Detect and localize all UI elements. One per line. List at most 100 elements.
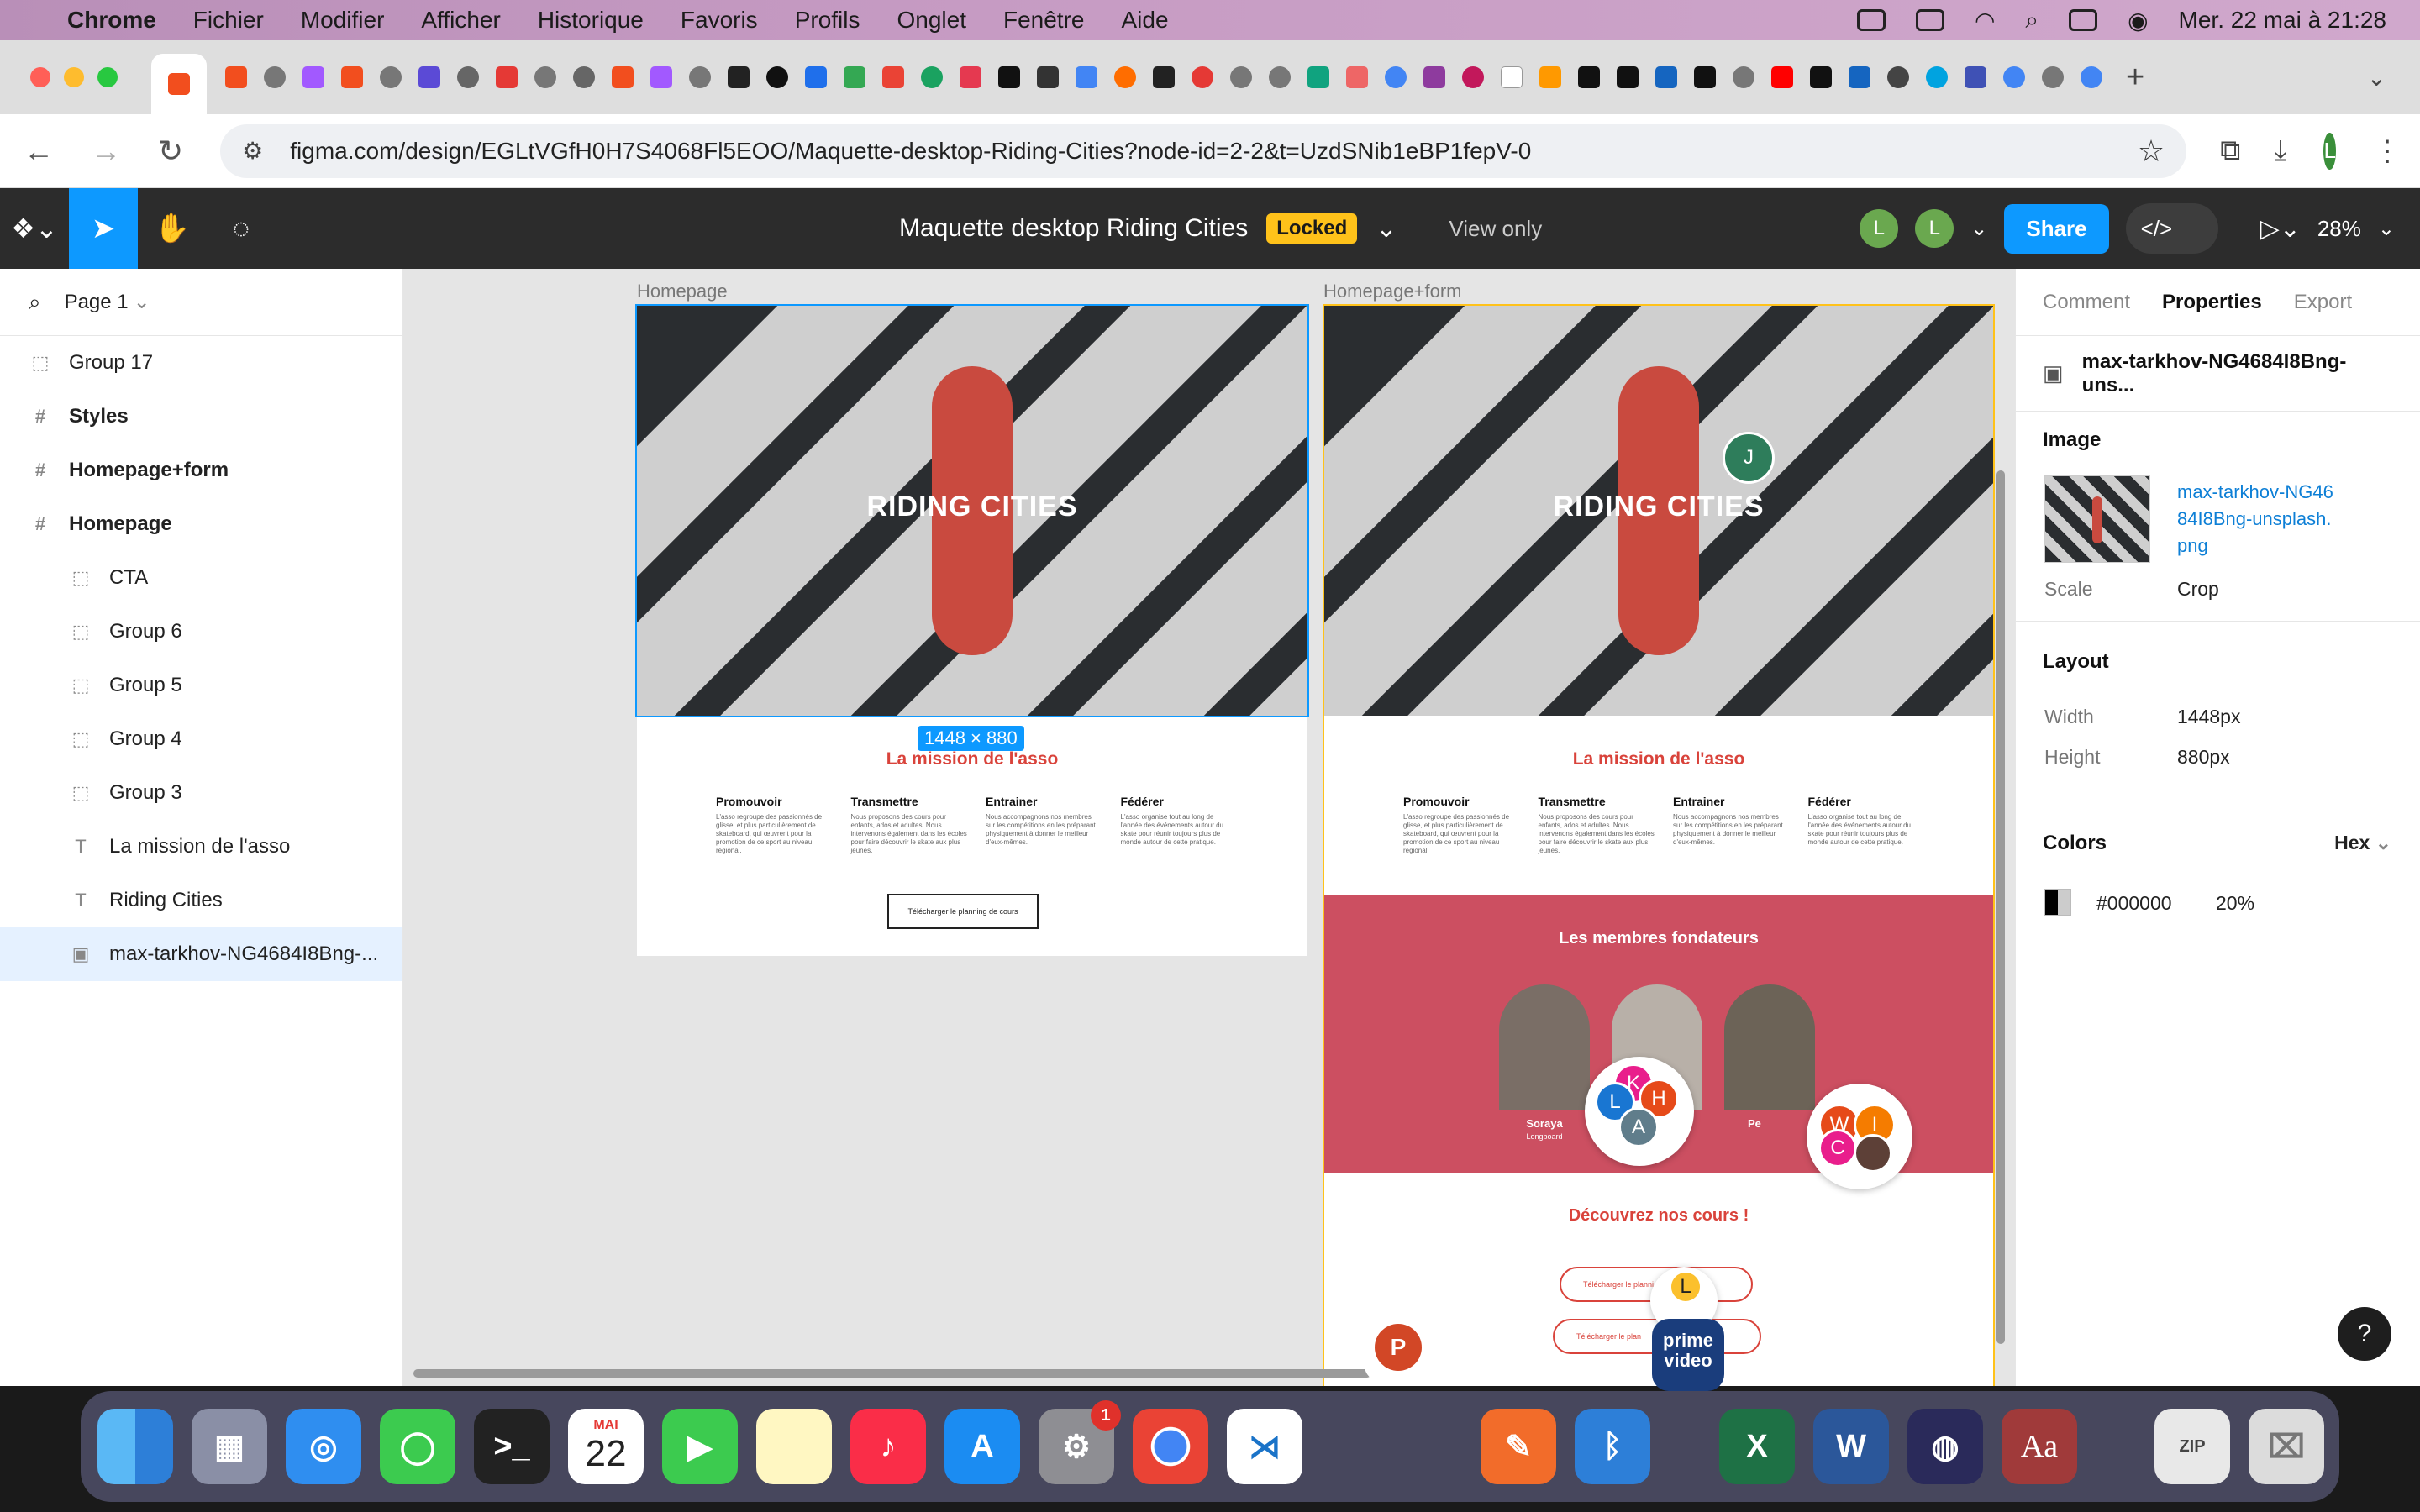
comment-tool-icon[interactable]: ◌ [207, 188, 276, 269]
codepen-favicon-icon[interactable] [1153, 66, 1175, 88]
tab-favicon-icon[interactable] [650, 66, 672, 88]
tab-favicon-icon[interactable] [496, 66, 518, 88]
tab-active-figma[interactable] [151, 54, 207, 114]
layer-row[interactable]: ⬚ CTA [0, 551, 402, 605]
vscode-icon[interactable]: ⋊ [1227, 1409, 1302, 1484]
zoom-level[interactable]: 28% [2317, 216, 2361, 242]
color-opacity[interactable]: 20% [2216, 892, 2254, 915]
clock[interactable]: Mer. 22 mai à 21:28 [2179, 7, 2386, 34]
menu-fenetre[interactable]: Fenêtre [1003, 7, 1085, 34]
hand-tool-icon[interactable]: ✋ [138, 188, 207, 269]
tab-favicon-icon[interactable] [921, 66, 943, 88]
menu-historique[interactable]: Historique [538, 7, 644, 34]
youtube-favicon-icon[interactable] [1771, 66, 1793, 88]
site-info-icon[interactable]: ⚙ [242, 137, 263, 165]
safari-icon[interactable]: ◎ [286, 1409, 361, 1484]
paw-pen-app-icon[interactable]: ✎ [1481, 1409, 1556, 1484]
minimize-window-icon[interactable] [64, 67, 84, 87]
tab-favicon-icon[interactable] [1578, 66, 1600, 88]
vertical-scrollbar[interactable] [1996, 470, 2005, 1344]
trash-icon[interactable]: ⌧ [2249, 1409, 2324, 1484]
bookmark-star-icon[interactable]: ☆ [2138, 134, 2165, 169]
layer-row[interactable]: ⬚ Group 17 [0, 336, 402, 390]
keyboard-icon[interactable] [1856, 9, 1886, 31]
tab-favicon-icon[interactable] [1230, 66, 1252, 88]
layer-row[interactable]: # Homepage+form [0, 444, 402, 497]
current-user-avatar[interactable]: L [1915, 209, 1954, 248]
notes-icon[interactable] [756, 1409, 832, 1484]
layer-row[interactable]: T Riding Cities [0, 874, 402, 927]
tab-favicon-icon[interactable] [1965, 66, 1986, 88]
tab-export[interactable]: Export [2294, 291, 2352, 314]
tab-favicon-icon[interactable] [302, 66, 324, 88]
gmail-favicon-icon[interactable] [882, 66, 904, 88]
prime-video-floating-icon[interactable]: prime video [1652, 1319, 1724, 1391]
color-format-select[interactable]: Hex ⌄ [2334, 832, 2391, 854]
tab-favicon-icon[interactable] [1037, 66, 1059, 88]
collaborator-cluster[interactable]: K H L A [1585, 1057, 1694, 1166]
github-favicon-icon[interactable] [766, 66, 788, 88]
tab-favicon-icon[interactable] [1655, 66, 1677, 88]
tab-favicon-icon[interactable] [225, 66, 247, 88]
tab-favicon-icon[interactable] [1462, 66, 1484, 88]
control-center-icon[interactable] [2069, 9, 2098, 31]
tab-favicon-icon[interactable] [1849, 66, 1870, 88]
back-icon[interactable]: ← [24, 134, 54, 169]
layer-row[interactable]: ⬚ Group 3 [0, 766, 402, 820]
messages-icon[interactable]: ◯ [380, 1409, 455, 1484]
search-icon[interactable]: ⌕ [29, 289, 41, 316]
horizontal-scrollbar[interactable] [413, 1369, 1371, 1378]
menu-favoris[interactable]: Favoris [681, 7, 758, 34]
tab-favicon-icon[interactable] [457, 66, 479, 88]
image-filename-link[interactable]: max-tarkhov-NG4684I8Bng-unsplash.png [2177, 479, 2337, 559]
siri-icon[interactable]: ◉ [2128, 7, 2148, 34]
layer-row[interactable]: # Homepage [0, 497, 402, 551]
tab-favicon-icon[interactable] [1733, 66, 1754, 88]
tab-search-icon[interactable]: ⌄ [2367, 64, 2386, 92]
tab-favicon-icon[interactable] [1617, 66, 1639, 88]
profile-avatar[interactable]: L [2323, 132, 2336, 170]
tab-favicon-icon[interactable] [418, 66, 440, 88]
powerpoint-floating-icon[interactable]: P [1365, 1314, 1432, 1381]
scale-value[interactable]: Crop [2177, 578, 2219, 601]
amazon-favicon-icon[interactable] [1539, 66, 1561, 88]
layer-row[interactable]: ▣ max-tarkhov-NG4684I8Bng-... [0, 927, 402, 981]
tab-favicon-icon[interactable] [1810, 66, 1832, 88]
chevron-down-icon[interactable]: ⌄ [2378, 217, 2395, 241]
tab-favicon-icon[interactable] [1114, 66, 1136, 88]
chrome-icon[interactable] [1133, 1409, 1208, 1484]
menu-app-chrome[interactable]: Chrome [67, 7, 156, 34]
tab-favicon-icon[interactable] [1926, 66, 1948, 88]
firefox-icon[interactable]: ◍ [1907, 1409, 1983, 1484]
url-field[interactable]: ⚙ figma.com/design/EGLtVGfH0H7S4068Fl5EO… [220, 123, 2187, 178]
app-store-icon[interactable]: A [944, 1409, 1020, 1484]
tab-favicon-icon[interactable] [534, 66, 556, 88]
selected-layer-name[interactable]: max-tarkhov-NG4684I8Bng-uns... [2082, 350, 2393, 397]
download-icon[interactable]: ⤓ [2274, 134, 2286, 167]
codepen-favicon-icon[interactable] [728, 66, 750, 88]
word-icon[interactable]: W [1813, 1409, 1889, 1484]
help-button[interactable]: ? [2338, 1307, 2391, 1361]
color-hex[interactable]: #000000 [2096, 892, 2172, 915]
google-favicon-icon[interactable] [1385, 66, 1407, 88]
tab-favicon-icon[interactable] [998, 66, 1020, 88]
tab-favicon-icon[interactable] [1269, 66, 1291, 88]
menu-fichier[interactable]: Fichier [193, 7, 264, 34]
tab-favicon-icon[interactable] [805, 66, 827, 88]
tab-favicon-icon[interactable] [341, 66, 363, 88]
move-tool-icon[interactable]: ➤ [69, 188, 138, 269]
cta-download-button[interactable]: Télécharger le planning de cours [887, 894, 1039, 929]
frame-label-homepage-form[interactable]: Homepage+form [1323, 281, 1461, 302]
width-value[interactable]: 1448px [2177, 706, 2240, 728]
facetime-icon[interactable]: ▶ [662, 1409, 738, 1484]
archive-utility-icon[interactable]: ZIP [2154, 1409, 2230, 1484]
drive-favicon-icon[interactable] [844, 66, 865, 88]
forward-icon[interactable]: → [91, 134, 121, 169]
tab-favicon-icon[interactable] [264, 66, 286, 88]
google-favicon-icon[interactable] [2003, 66, 2025, 88]
file-title[interactable]: Maquette desktop Riding Cities [899, 214, 1248, 243]
layer-row[interactable]: ⬚ Group 4 [0, 712, 402, 766]
music-icon[interactable]: ♪ [850, 1409, 926, 1484]
design-canvas[interactable]: Homepage Homepage+form RIDING CITIES La … [403, 269, 2015, 1386]
tab-favicon-icon[interactable] [380, 66, 402, 88]
